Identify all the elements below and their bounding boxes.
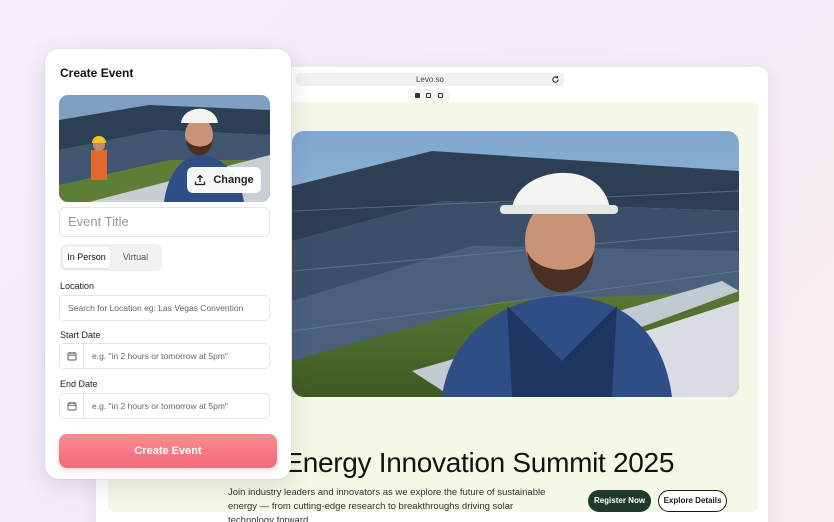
upload-icon xyxy=(195,174,206,186)
mobile-icon[interactable] xyxy=(437,92,443,98)
toggle-virtual[interactable]: Virtual xyxy=(112,247,159,268)
calendar-icon xyxy=(60,394,84,418)
toggle-in-person[interactable]: In Person xyxy=(63,247,110,268)
change-image-button[interactable]: Change xyxy=(187,167,261,193)
register-now-button[interactable]: Register Now xyxy=(588,490,651,512)
explore-details-button[interactable]: Explore Details xyxy=(658,490,727,512)
start-date-input[interactable]: e.g. "in 2 hours or tomorrow at 5pm" xyxy=(59,343,270,369)
url-text: Levo.so xyxy=(415,75,445,84)
device-switcher xyxy=(408,89,450,101)
create-event-button[interactable]: Create Event xyxy=(59,434,277,468)
end-date-label: End Date xyxy=(60,379,98,389)
event-type-toggle: In Person Virtual xyxy=(60,244,162,271)
event-title-input[interactable]: Event Title xyxy=(59,207,270,237)
change-label: Change xyxy=(213,174,254,186)
hero-description: Join industry leaders and innovators as … xyxy=(228,487,546,522)
desktop-icon[interactable] xyxy=(415,92,421,98)
hero-title: Solar Energy Innovation Summit 2025 xyxy=(213,447,675,478)
hero-image xyxy=(292,131,739,397)
card-title: Create Event xyxy=(60,66,134,80)
calendar-icon xyxy=(60,344,84,368)
start-date-label: Start Date xyxy=(60,330,101,340)
create-event-card: Create Event Change Event Title In Perso xyxy=(45,49,291,479)
reload-icon[interactable] xyxy=(551,75,560,84)
end-date-input[interactable]: e.g. "in 2 hours or tomorrow at 5pm" xyxy=(59,393,270,419)
location-label: Location xyxy=(60,281,95,291)
tablet-icon[interactable] xyxy=(426,92,432,98)
location-input[interactable]: Search for Location eg: Las Vegas Conven… xyxy=(59,295,270,321)
url-bar[interactable]: Levo.so xyxy=(296,73,564,86)
start-date-placeholder: e.g. "in 2 hours or tomorrow at 5pm" xyxy=(92,351,228,361)
end-date-placeholder: e.g. "in 2 hours or tomorrow at 5pm" xyxy=(92,401,228,411)
